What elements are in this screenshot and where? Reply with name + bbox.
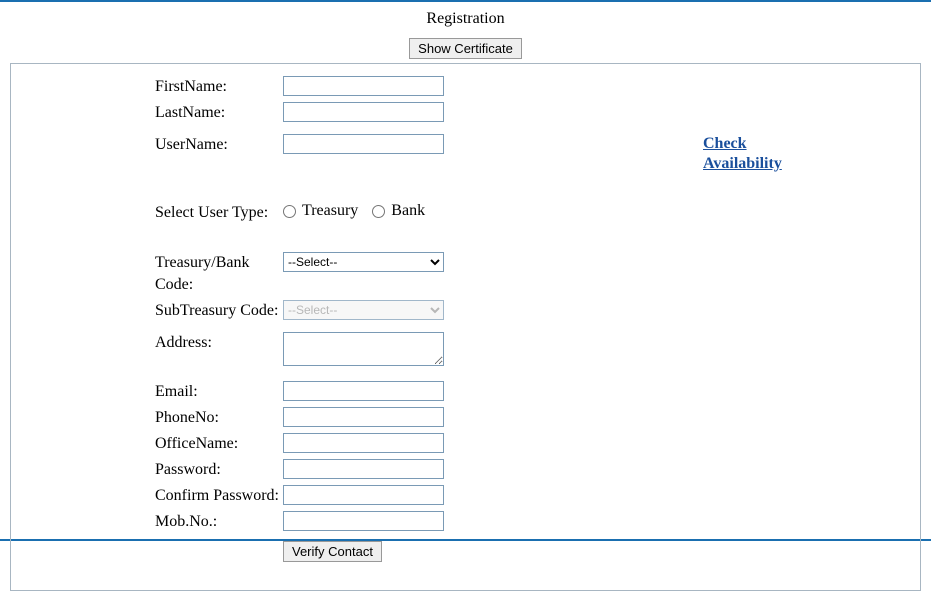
label-first-name: FirstName: — [23, 76, 283, 98]
label-email: Email: — [23, 381, 283, 403]
verify-contact-button[interactable]: Verify Contact — [283, 541, 382, 562]
registration-form: FirstName: LastName: UserName: Check Ava… — [10, 63, 921, 591]
label-address: Address: — [23, 332, 283, 354]
label-phone-no: PhoneNo: — [23, 407, 283, 429]
subtreasury-code-select: --Select-- — [283, 300, 444, 320]
label-mob-no: Mob.No.: — [23, 511, 283, 533]
office-name-input[interactable] — [283, 433, 444, 453]
user-type-treasury-radio[interactable] — [283, 205, 296, 218]
phone-no-input[interactable] — [283, 407, 444, 427]
label-office-name: OfficeName: — [23, 433, 283, 455]
user-type-radio-group: Treasury Bank — [283, 202, 603, 220]
user-type-treasury-label: Treasury — [302, 202, 358, 220]
mob-no-input[interactable] — [283, 511, 444, 531]
label-password: Password: — [23, 459, 283, 481]
user-type-bank-radio[interactable] — [372, 205, 385, 218]
label-confirm-password: Confirm Password: — [23, 485, 283, 507]
label-treasury-bank-code: Treasury/Bank Code: — [23, 252, 283, 296]
user-name-input[interactable] — [283, 134, 444, 154]
show-certificate-button[interactable]: Show Certificate — [409, 38, 522, 59]
label-last-name: LastName: — [23, 102, 283, 124]
treasury-bank-code-select[interactable]: --Select-- — [283, 252, 444, 272]
label-user-name: UserName: — [23, 134, 283, 156]
email-input[interactable] — [283, 381, 444, 401]
user-type-bank-label: Bank — [391, 202, 425, 220]
password-input[interactable] — [283, 459, 444, 479]
label-select-user-type: Select User Type: — [23, 202, 283, 224]
page-title: Registration — [0, 10, 931, 28]
confirm-password-input[interactable] — [283, 485, 444, 505]
label-subtreasury-code: SubTreasury Code: — [23, 300, 283, 322]
address-input[interactable] — [283, 332, 444, 366]
check-availability-link[interactable]: Check Availability — [703, 134, 813, 174]
last-name-input[interactable] — [283, 102, 444, 122]
first-name-input[interactable] — [283, 76, 444, 96]
